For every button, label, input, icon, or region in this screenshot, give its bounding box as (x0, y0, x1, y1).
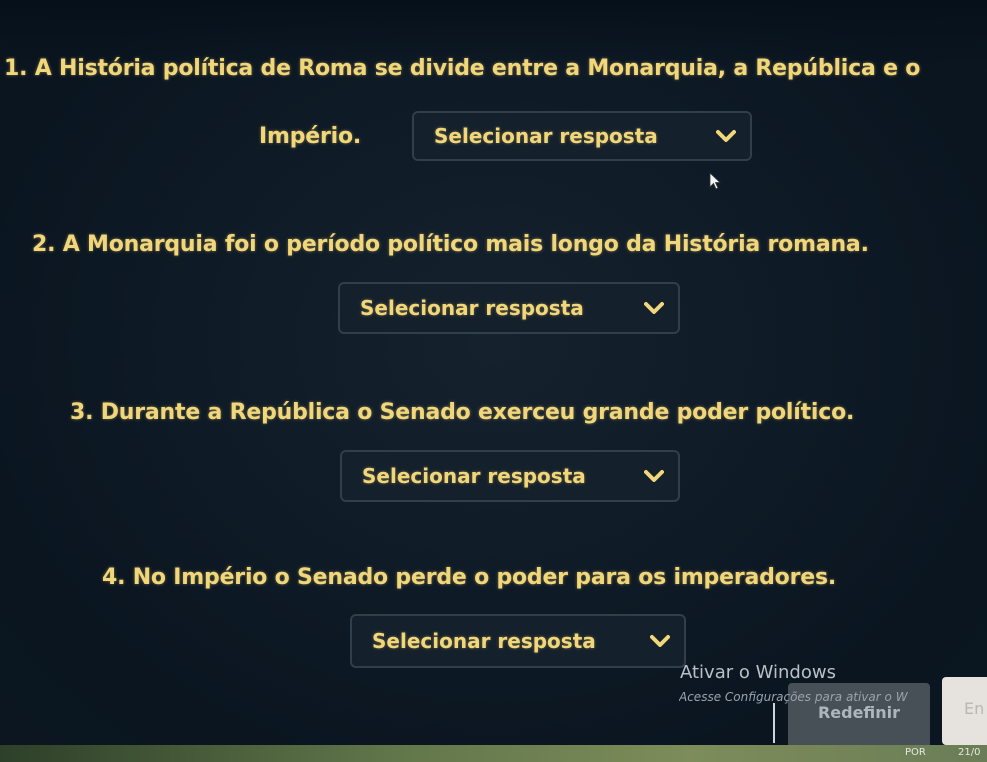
submit-button[interactable]: En (942, 677, 987, 745)
mouse-cursor-icon (709, 172, 721, 190)
question-3-text: 3. Durante a República o Senado exerceu … (70, 400, 855, 425)
question-3-answer-select[interactable]: Selecionar resposta (340, 450, 680, 502)
question-2-select-label: Selecionar resposta (360, 296, 584, 320)
taskbar-clock[interactable]: 21/0 (958, 747, 980, 758)
question-4-text: 4. No Império o Senado perde o poder par… (102, 565, 837, 590)
question-1-select-label: Selecionar resposta (434, 124, 658, 148)
reset-button-label: Redefinir (817, 703, 901, 722)
question-4-select-label: Selecionar resposta (372, 629, 596, 653)
windows-activation-subtitle: Acesse Configurações para ativar o W (679, 690, 908, 704)
question-4-answer-select[interactable]: Selecionar resposta (350, 614, 686, 668)
question-2-answer-select[interactable]: Selecionar resposta (338, 282, 680, 334)
taskbar-language[interactable]: POR (905, 747, 926, 758)
chevron-down-icon (644, 470, 664, 482)
chevron-down-icon (716, 130, 736, 142)
question-1-text: 1. A História política de Roma se divide… (4, 56, 921, 81)
chevron-down-icon (650, 635, 670, 647)
text-caret (773, 703, 775, 743)
chevron-down-icon (644, 302, 664, 314)
question-3-select-label: Selecionar resposta (362, 464, 586, 488)
question-1-text-continued: Império. (259, 124, 362, 149)
taskbar (0, 745, 987, 762)
windows-activation-title: Ativar o Windows (680, 662, 836, 683)
question-2-text: 2. A Monarquia foi o período político ma… (32, 232, 869, 257)
question-1-answer-select[interactable]: Selecionar resposta (412, 111, 752, 161)
